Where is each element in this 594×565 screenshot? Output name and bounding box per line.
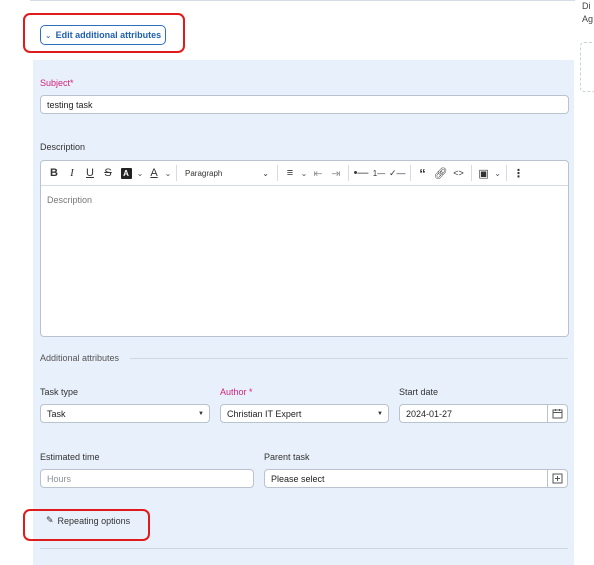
task-type-value: Task (47, 408, 66, 419)
blockquote-icon[interactable]: “ (415, 163, 431, 183)
chevron-down-icon: ⌄ (262, 168, 269, 178)
description-label: Description (40, 142, 86, 152)
parent-task-select[interactable]: Please select (264, 469, 548, 488)
author-label: Author * (220, 387, 253, 397)
numbered-list-icon[interactable]: 1— (371, 163, 387, 183)
author-value: Christian IT Expert (227, 408, 302, 419)
align-left-icon[interactable]: ≡ (282, 163, 298, 183)
code-icon[interactable]: <> (451, 163, 467, 183)
toolbar-separator (176, 165, 177, 181)
font-color-button[interactable]: A (146, 163, 162, 183)
highlight-color-button[interactable]: A (118, 163, 134, 183)
author-select[interactable]: Christian IT Expert ▼ (220, 404, 389, 423)
outdent-icon[interactable]: ⇤ (310, 163, 326, 183)
pencil-icon: ✎ (46, 515, 54, 525)
toolbar-separator (505, 165, 507, 181)
insert-code-block-icon[interactable]: ▣ (476, 163, 492, 183)
edit-additional-attributes-button[interactable]: ⌄ Edit additional attributes (40, 25, 166, 45)
highlight-color-dropdown[interactable]: ⌄ (136, 163, 144, 183)
estimated-time-placeholder: Hours (47, 473, 72, 484)
add-parent-task-button[interactable] (547, 469, 568, 488)
repeating-options-label: Repeating options (57, 515, 131, 526)
italic-button[interactable]: I (64, 163, 80, 183)
right-fragment-line1: Di (582, 1, 591, 11)
start-date-label: Start date (399, 387, 439, 397)
repeating-options-button[interactable]: ✎ Repeating options (46, 515, 130, 526)
subject-label: Subject* (40, 78, 74, 88)
start-date-input[interactable]: 2024-01-27 (399, 404, 548, 423)
right-panel-fragment: Di Ag (582, 0, 593, 26)
code-block-dropdown[interactable]: ⌄ (494, 163, 502, 183)
start-date-value: 2024-01-27 (406, 408, 453, 419)
highlight-color-icon: A (120, 167, 132, 179)
subject-input[interactable]: testing task (40, 95, 569, 114)
edit-button-label: Edit additional attributes (55, 30, 162, 40)
plus-box-icon (552, 473, 563, 484)
estimated-time-label: Estimated time (40, 452, 100, 462)
parent-task-label: Parent task (264, 452, 310, 462)
more-options-icon[interactable]: ⋮ (511, 163, 527, 183)
right-panel-box (580, 42, 594, 92)
toolbar-separator (277, 165, 278, 181)
bold-button[interactable]: B (46, 163, 62, 183)
bulleted-list-icon[interactable]: •— (353, 163, 369, 183)
toolbar-separator (348, 165, 349, 181)
task-type-select[interactable]: Task ▼ (40, 404, 210, 423)
caret-down-icon: ▼ (198, 410, 204, 417)
underline-button[interactable]: U (82, 163, 98, 183)
bottom-divider (40, 548, 568, 549)
description-editor[interactable]: B I U S A ⌄ A ⌄ Paragraph ⌄ ≡ ⌄ ⇤ ⇥ •— 1… (40, 160, 569, 337)
toolbar-separator (470, 165, 472, 181)
strikethrough-button[interactable]: S (100, 163, 116, 183)
editor-toolbar: B I U S A ⌄ A ⌄ Paragraph ⌄ ≡ ⌄ ⇤ ⇥ •— 1… (41, 161, 568, 186)
estimated-time-input[interactable]: Hours (40, 469, 254, 488)
link-icon[interactable]: 🔗︎ (433, 163, 449, 183)
todo-list-icon[interactable]: ✓— (389, 163, 406, 183)
calendar-button[interactable] (547, 404, 568, 423)
paragraph-select-value: Paragraph (185, 168, 223, 178)
calendar-icon (552, 409, 563, 419)
description-placeholder: Description (47, 195, 93, 205)
subject-value: testing task (47, 99, 93, 110)
align-dropdown[interactable]: ⌄ (300, 163, 308, 183)
right-fragment-line2: Ag (582, 14, 594, 24)
task-type-label: Task type (40, 387, 79, 397)
additional-attributes-divider (130, 358, 568, 359)
top-border (30, 0, 575, 1)
chevron-down-icon: ⌄ (44, 30, 52, 40)
font-color-dropdown[interactable]: ⌄ (164, 163, 172, 183)
paragraph-select[interactable]: Paragraph ⌄ (181, 163, 273, 183)
parent-task-value: Please select (271, 473, 325, 484)
caret-down-icon: ▼ (377, 410, 383, 417)
indent-icon[interactable]: ⇥ (328, 163, 344, 183)
additional-attributes-heading: Additional attributes (40, 353, 120, 363)
toolbar-separator (409, 165, 411, 181)
